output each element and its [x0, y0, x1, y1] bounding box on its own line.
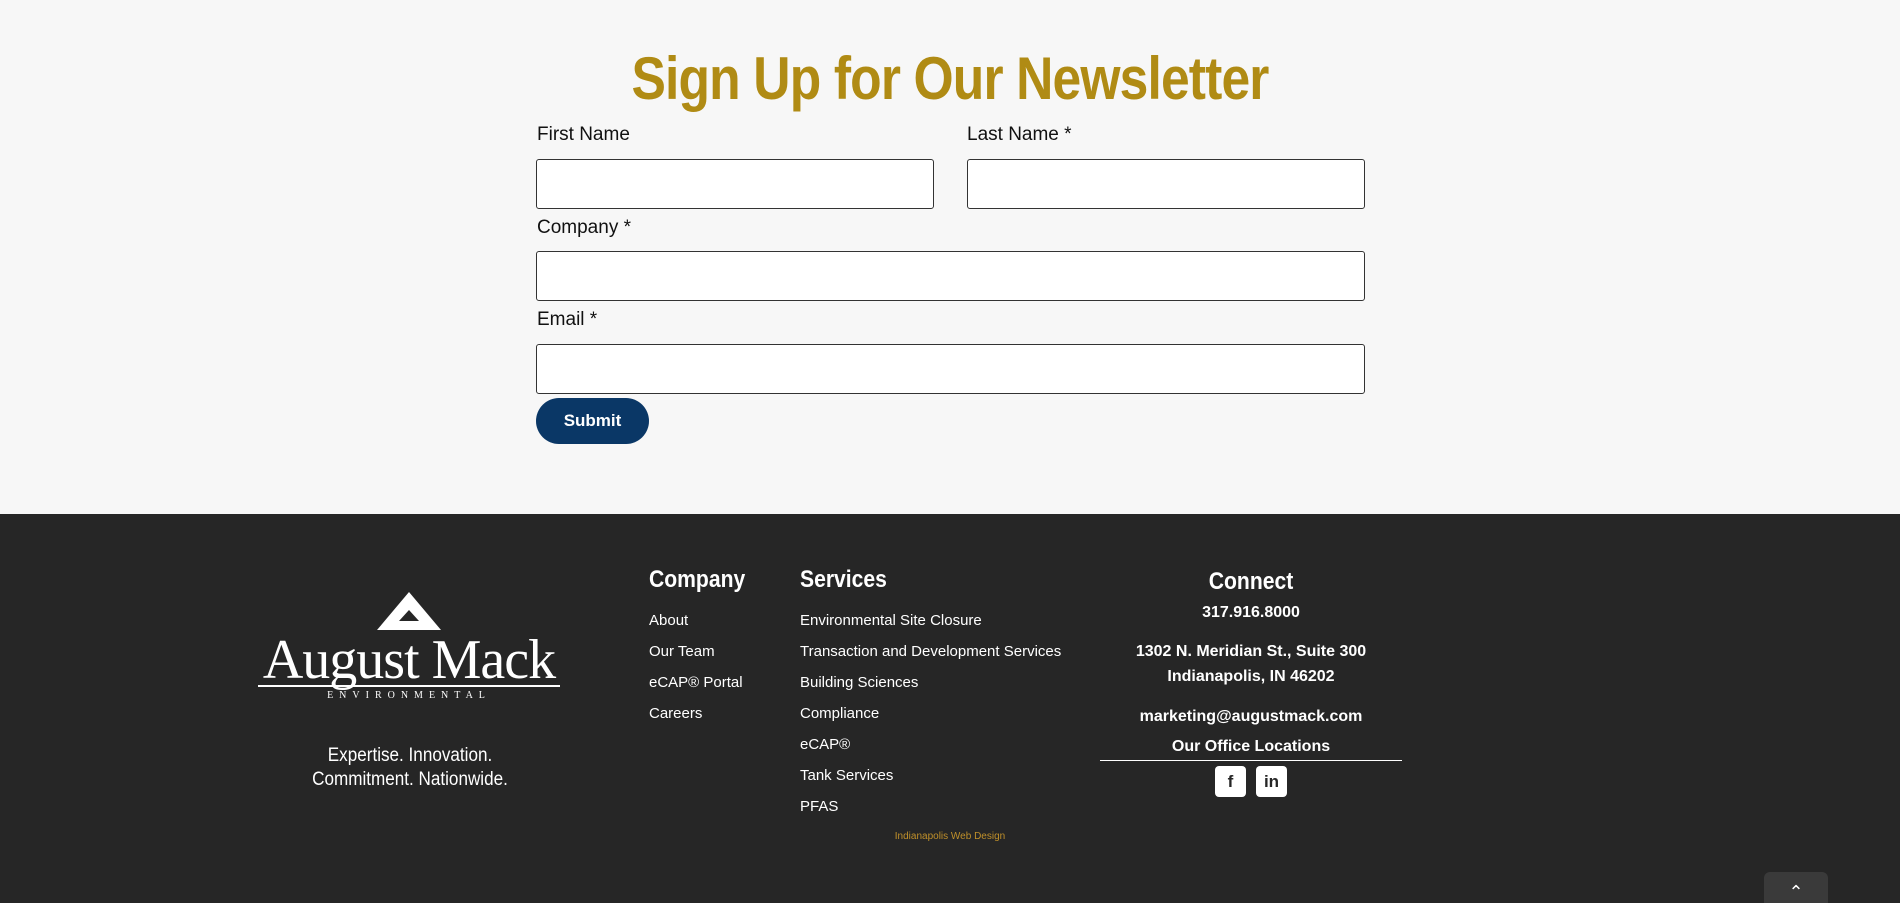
services-links: Environmental Site Closure Transaction a… — [800, 611, 1061, 828]
newsletter-title: Sign Up for Our Newsletter — [631, 45, 1269, 112]
scroll-to-top-button[interactable]: ⌃ — [1764, 872, 1828, 903]
newsletter-section: Sign Up for Our Newsletter First Name La… — [0, 0, 1900, 514]
linkedin-icon[interactable]: in — [1256, 766, 1287, 797]
logo-subtitle: ENVIRONMENTAL — [327, 690, 491, 701]
connect-column: Connect 317.916.8000 1302 N. Meridian St… — [1100, 568, 1402, 797]
footer-link-compliance[interactable]: Compliance — [800, 704, 1061, 735]
email-input[interactable] — [536, 344, 1365, 394]
web-design-credit-link[interactable]: Indianapolis Web Design — [0, 831, 1900, 842]
tagline: Expertise. Innovation. Commitment. Natio… — [312, 745, 508, 790]
august-mack-logo[interactable]: August Mack ENVIRONMENTAL — [258, 592, 560, 712]
footer-link-transaction-development[interactable]: Transaction and Development Services — [800, 642, 1061, 673]
first-name-input[interactable] — [536, 159, 934, 209]
company-links: About Our Team eCAP® Portal Careers — [649, 611, 743, 735]
footer-link-careers[interactable]: Careers — [649, 704, 743, 735]
footer-link-tank-services[interactable]: Tank Services — [800, 766, 1061, 797]
logo-wordmark: August Mack — [262, 629, 556, 691]
email-link[interactable]: marketing@augustmack.com — [1100, 708, 1402, 726]
chevron-up-icon: ⌃ — [1788, 881, 1804, 902]
connect-heading: Connect — [1208, 568, 1294, 595]
footer-link-ecap[interactable]: eCAP® — [800, 735, 1061, 766]
email-label: Email * — [537, 309, 598, 330]
facebook-icon[interactable]: f — [1215, 766, 1246, 797]
address: 1302 N. Meridian St., Suite 300 Indianap… — [1135, 643, 1367, 685]
company-heading: Company — [649, 566, 746, 593]
social-links: f in — [1100, 766, 1402, 797]
company-label: Company * — [537, 217, 631, 238]
company-input[interactable] — [536, 251, 1365, 301]
phone-link[interactable]: 317.916.8000 — [1100, 604, 1402, 622]
first-name-label: First Name — [537, 124, 630, 145]
footer-link-pfas[interactable]: PFAS — [800, 797, 1061, 828]
footer-link-about[interactable]: About — [649, 611, 743, 642]
footer-link-our-team[interactable]: Our Team — [649, 642, 743, 673]
last-name-label: Last Name * — [967, 124, 1072, 145]
submit-button[interactable]: Submit — [536, 398, 649, 444]
services-heading: Services — [800, 566, 887, 593]
footer-link-building-sciences[interactable]: Building Sciences — [800, 673, 1061, 704]
footer-link-environmental-site-closure[interactable]: Environmental Site Closure — [800, 611, 1061, 642]
site-footer: August Mack ENVIRONMENTAL Expertise. Inn… — [0, 514, 1900, 903]
footer-link-ecap-portal[interactable]: eCAP® Portal — [649, 673, 743, 704]
office-locations-link[interactable]: Our Office Locations — [1100, 738, 1402, 761]
last-name-input[interactable] — [967, 159, 1365, 209]
